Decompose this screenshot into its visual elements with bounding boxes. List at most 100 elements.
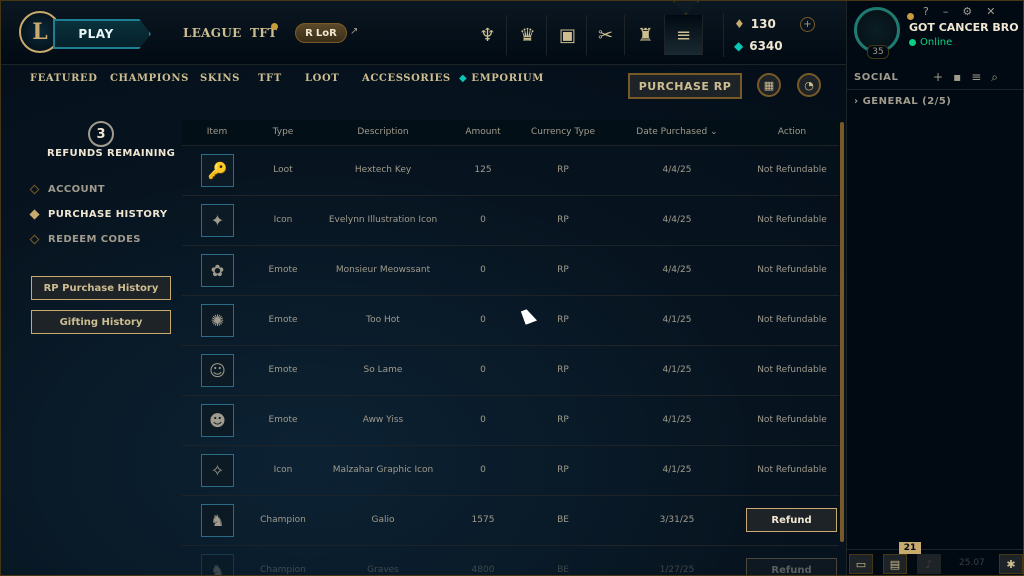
diamond-bullet-icon	[29, 184, 40, 195]
header-type: Type	[272, 127, 294, 137]
rp-purchase-history-button[interactable]: RP Purchase History	[31, 276, 171, 300]
rp-icon: ♦	[734, 17, 745, 31]
cell-description: Hextech Key	[354, 165, 412, 175]
friend-group-general[interactable]: › GENERAL (2/5)	[854, 96, 951, 107]
tab-featured[interactable]: FEATURED	[30, 73, 98, 84]
item-thumbnail-icon: ☺	[201, 354, 234, 387]
lor-label: LoR	[315, 27, 337, 39]
cell-date: 4/4/25	[662, 215, 692, 225]
refund-button[interactable]: Refund	[746, 508, 837, 532]
settings-gear-icon[interactable]: ⚙	[962, 5, 972, 18]
cell-date: 4/1/25	[662, 365, 692, 375]
header-description: Description	[357, 127, 409, 137]
social-divider	[847, 89, 1023, 90]
gift-icon[interactable]: ▦	[757, 73, 781, 97]
refunds-remaining-label: REFUNDS REMAINING	[47, 148, 176, 159]
account-icon[interactable]: ◔	[797, 73, 821, 97]
search-icon[interactable]: ⌕	[991, 70, 998, 85]
nav-league[interactable]: LEAGUE	[183, 26, 242, 40]
cell-description: Malzahar Graphic Icon	[332, 465, 434, 475]
missions-icon[interactable]: ▤	[883, 554, 907, 574]
cell-description: So Lame	[363, 365, 403, 375]
cell-amount: 0	[480, 465, 486, 475]
cell-currency: BE	[557, 515, 569, 525]
sidebar-item-label: REDEEM CODES	[48, 234, 141, 245]
table-row: 🔑 Loot Hextech Key 125 RP 4/4/25 Not Refundabl…	[182, 146, 839, 196]
tab-champions[interactable]: CHAMPIONS	[110, 73, 189, 84]
cell-amount: 125	[474, 165, 492, 175]
summoner-name[interactable]: GOT CANCER BRO	[909, 21, 1019, 34]
close-icon[interactable]: ✕	[986, 5, 995, 18]
social-toolbar: + ▪ ≡ ⌕	[933, 70, 998, 85]
sidebar-item-redeem-codes[interactable]: REDEEM CODES	[29, 234, 141, 245]
social-title: SOCIAL	[854, 72, 899, 83]
tab-accessories[interactable]: ACCESSORIES	[362, 73, 451, 84]
refund-button[interactable]: Refund	[746, 558, 837, 575]
status-text: Online	[920, 37, 953, 48]
cell-type: Emote	[268, 315, 298, 325]
social-panel: SOCIAL + ▪ ≡ ⌕ › GENERAL (2/5)	[846, 65, 1023, 549]
cell-type: Loot	[273, 165, 293, 175]
gifting-history-button[interactable]: Gifting History	[31, 310, 171, 334]
cell-type: Champion	[260, 565, 306, 575]
table-row: ☺ Emote So Lame 0 RP 4/1/25 Not Refundable	[182, 346, 839, 396]
missions-count-badge: 21	[899, 542, 921, 554]
tab-loot[interactable]: LOOT	[305, 73, 339, 84]
voice-icon[interactable]: ♪	[917, 554, 941, 574]
tft-notification-dot	[271, 23, 278, 30]
header-date-purchased[interactable]: Date Purchased ⌄	[612, 127, 742, 137]
rp-balance[interactable]: ♦ 130	[734, 17, 776, 31]
table-header: Item Type Description Amount Currency Ty…	[182, 120, 839, 146]
cell-type: Champion	[260, 515, 306, 525]
sidebar-item-purchase-history[interactable]: PURCHASE HISTORY	[29, 209, 168, 220]
cell-description: Monsieur Meowssant	[335, 265, 431, 275]
bottom-dock: ▭ ▤ 21 ♪ 25.07 ✱	[846, 542, 1023, 575]
diamond-bullet-icon	[29, 234, 40, 245]
help-icon[interactable]: ?	[923, 5, 929, 18]
tab-skins[interactable]: SKINS	[200, 73, 240, 84]
item-thumbnail-icon: ♞	[201, 554, 234, 575]
profile-panel: 35 ? – ⚙ ✕ GOT CANCER BRO Online	[846, 1, 1023, 65]
item-thumbnail-icon: ☻	[201, 404, 234, 437]
rp-amount: 130	[750, 17, 776, 31]
cell-description: Evelynn Illustration Icon	[328, 215, 438, 225]
be-amount: 6340	[749, 39, 783, 53]
play-button[interactable]: PLAY	[53, 19, 151, 49]
table-scrollbar[interactable]	[840, 122, 844, 542]
refunds-count-badge: 3	[88, 121, 114, 147]
crafting-icon[interactable]: ✂	[587, 15, 625, 55]
collection-icon[interactable]: ▣	[549, 15, 587, 55]
be-balance: ◆ 6340	[734, 39, 783, 53]
level-badge: 35	[867, 45, 889, 59]
minimize-icon[interactable]: –	[943, 5, 949, 18]
cell-currency: RP	[557, 215, 569, 225]
chat-icon[interactable]: ▭	[849, 554, 873, 574]
loot-icon[interactable]: ♜	[627, 15, 665, 55]
cell-date: 4/4/25	[662, 165, 692, 175]
status-indicator[interactable]: Online	[909, 37, 952, 48]
bug-report-icon[interactable]: ✱	[999, 554, 1023, 574]
cell-date: 3/31/25	[659, 515, 695, 525]
header-currency-type: Currency Type	[530, 127, 596, 137]
table-row: ✿ Emote Monsieur Meowssant 0 RP 4/4/25 Not Ref…	[182, 246, 839, 296]
sort-chevron-icon[interactable]: ⌄	[710, 127, 718, 137]
list-view-icon[interactable]: ≡	[971, 70, 981, 85]
table-row: ☻ Emote Aww Yiss 0 RP 4/1/25 Not Refundable	[182, 396, 839, 446]
tab-emporium[interactable]: ◆ EMPORIUM	[459, 73, 544, 84]
ranked-icon[interactable]: ♛	[509, 15, 547, 55]
header-item: Item	[206, 127, 228, 137]
cell-action: Not Refundable	[757, 415, 827, 425]
purchase-rp-button[interactable]: PURCHASE RP	[628, 73, 742, 99]
clash-icon[interactable]: ♆	[469, 15, 507, 55]
add-folder-icon[interactable]: ▪	[953, 70, 961, 85]
header-action: Action	[777, 127, 807, 137]
sidebar-item-account[interactable]: ACCOUNT	[29, 184, 105, 195]
store-icon[interactable]: ≡	[665, 15, 703, 55]
add-friend-icon[interactable]: +	[933, 70, 943, 85]
header-date-label: Date Purchased	[636, 127, 708, 137]
tab-tft[interactable]: TFT	[258, 73, 282, 84]
lor-button[interactable]: R LoR	[295, 23, 347, 43]
sidebar-item-label: PURCHASE HISTORY	[48, 209, 168, 220]
buy-rp-plus-icon[interactable]: +	[800, 17, 815, 32]
cell-type: Emote	[268, 265, 298, 275]
